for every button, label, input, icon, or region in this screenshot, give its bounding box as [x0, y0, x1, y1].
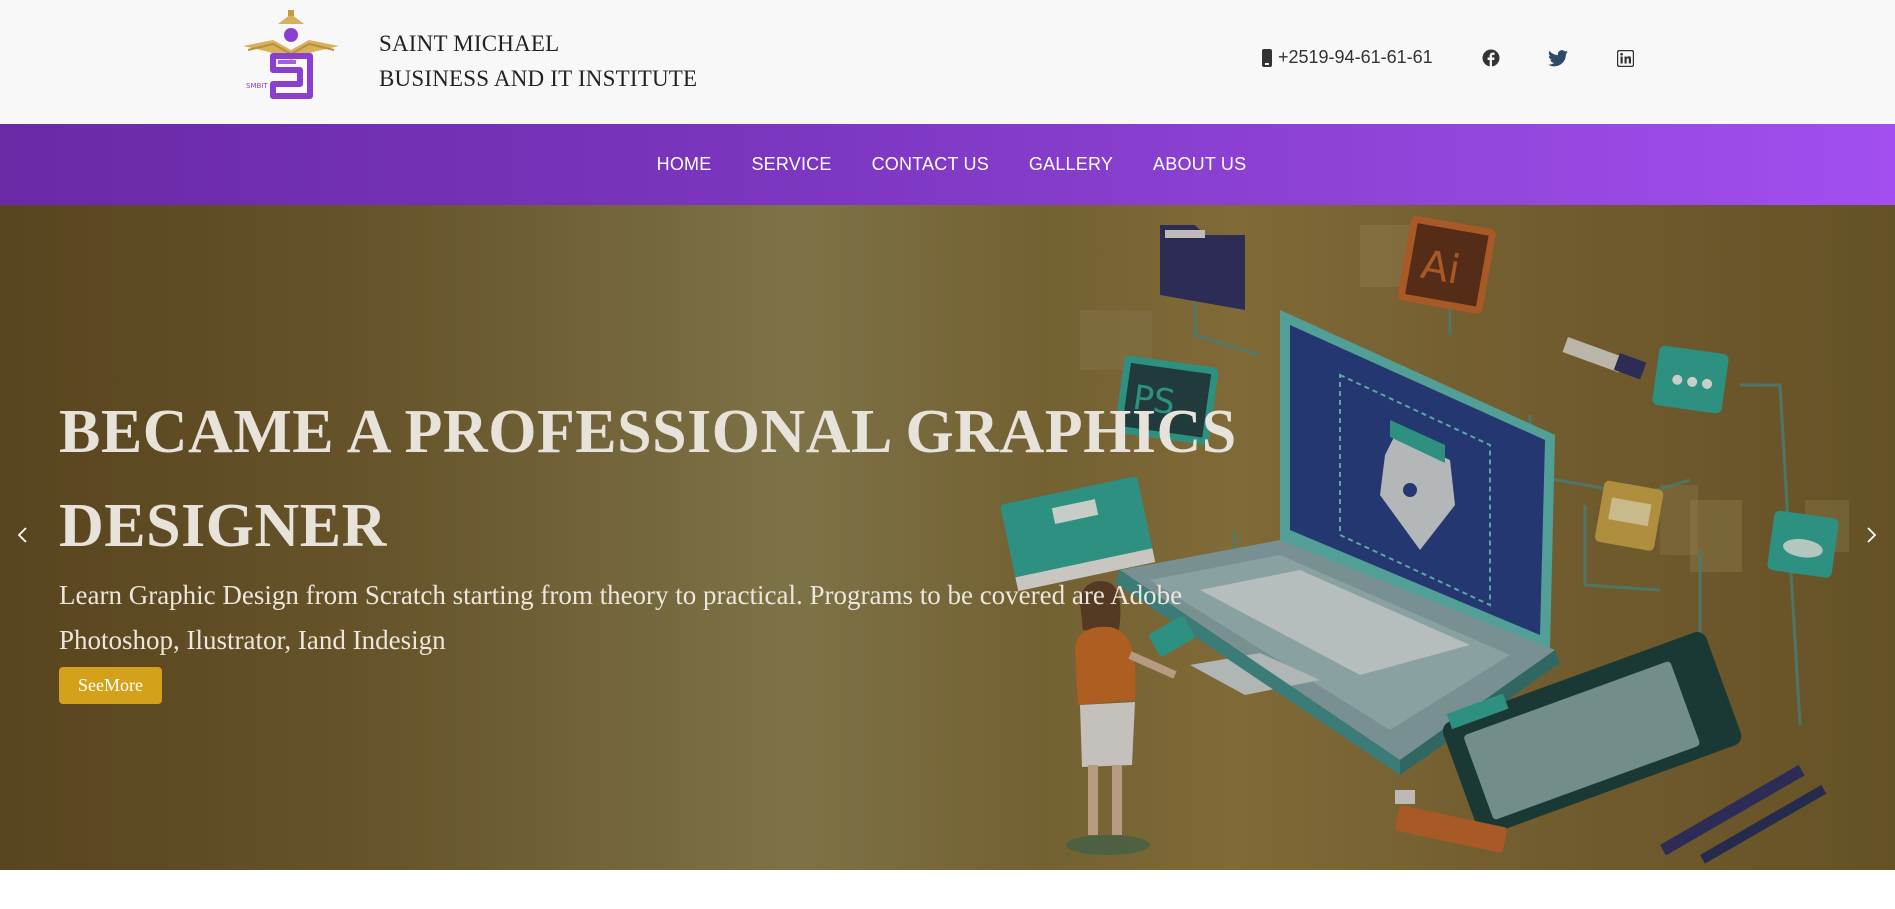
- hero-carousel: Ai PS BECAME A PROFESSIONAL GRAPHICS DES…: [0, 205, 1895, 870]
- carousel-next-button[interactable]: [1862, 520, 1882, 550]
- nav-menu: HOME SERVICE CONTACT US GALLERY ABOUT US: [637, 154, 1267, 175]
- brand-line-1: SAINT MICHAEL: [379, 31, 560, 56]
- brand-line-2: BUSINESS AND IT INSTITUTE: [379, 66, 698, 91]
- nav-item-home[interactable]: HOME: [637, 154, 732, 175]
- carousel-prev-button[interactable]: [12, 520, 32, 550]
- svg-text:SMBIT: SMBIT: [246, 82, 268, 90]
- nav-item-contact-us[interactable]: CONTACT US: [852, 154, 1009, 175]
- hero-caption: BECAME A PROFESSIONAL GRAPHICS DESIGNER …: [59, 385, 1259, 704]
- brand-name[interactable]: SAINT MICHAEL BUSINESS AND IT INSTITUTE: [379, 26, 697, 96]
- linkedin-link[interactable]: [1615, 48, 1635, 68]
- site-header: SMBIT SAINT MICHAEL BUSINESS AND IT INST…: [0, 0, 1895, 124]
- nav-item-gallery[interactable]: GALLERY: [1009, 154, 1133, 175]
- phone-contact[interactable]: +2519-94-61-61-61: [1262, 47, 1433, 68]
- hero-title: BECAME A PROFESSIONAL GRAPHICS DESIGNER: [59, 398, 1237, 560]
- see-more-button[interactable]: SeeMore: [59, 667, 162, 704]
- institute-logo[interactable]: SMBIT: [238, 10, 344, 108]
- twitter-icon: [1548, 49, 1568, 66]
- twitter-link[interactable]: [1548, 48, 1568, 68]
- facebook-link[interactable]: [1481, 48, 1501, 68]
- chevron-right-icon: [1867, 527, 1877, 543]
- chevron-left-icon: [17, 527, 27, 543]
- phone-number: +2519-94-61-61-61: [1278, 47, 1433, 67]
- facebook-icon: [1482, 49, 1500, 67]
- main-navigation: HOME SERVICE CONTACT US GALLERY ABOUT US: [0, 124, 1895, 205]
- mobile-phone-icon: [1262, 48, 1272, 67]
- linkedin-icon: [1616, 49, 1634, 67]
- nav-item-about-us[interactable]: ABOUT US: [1133, 154, 1266, 175]
- hero-description: Learn Graphic Design from Scratch starti…: [59, 580, 1183, 655]
- nav-item-service[interactable]: SERVICE: [731, 154, 851, 175]
